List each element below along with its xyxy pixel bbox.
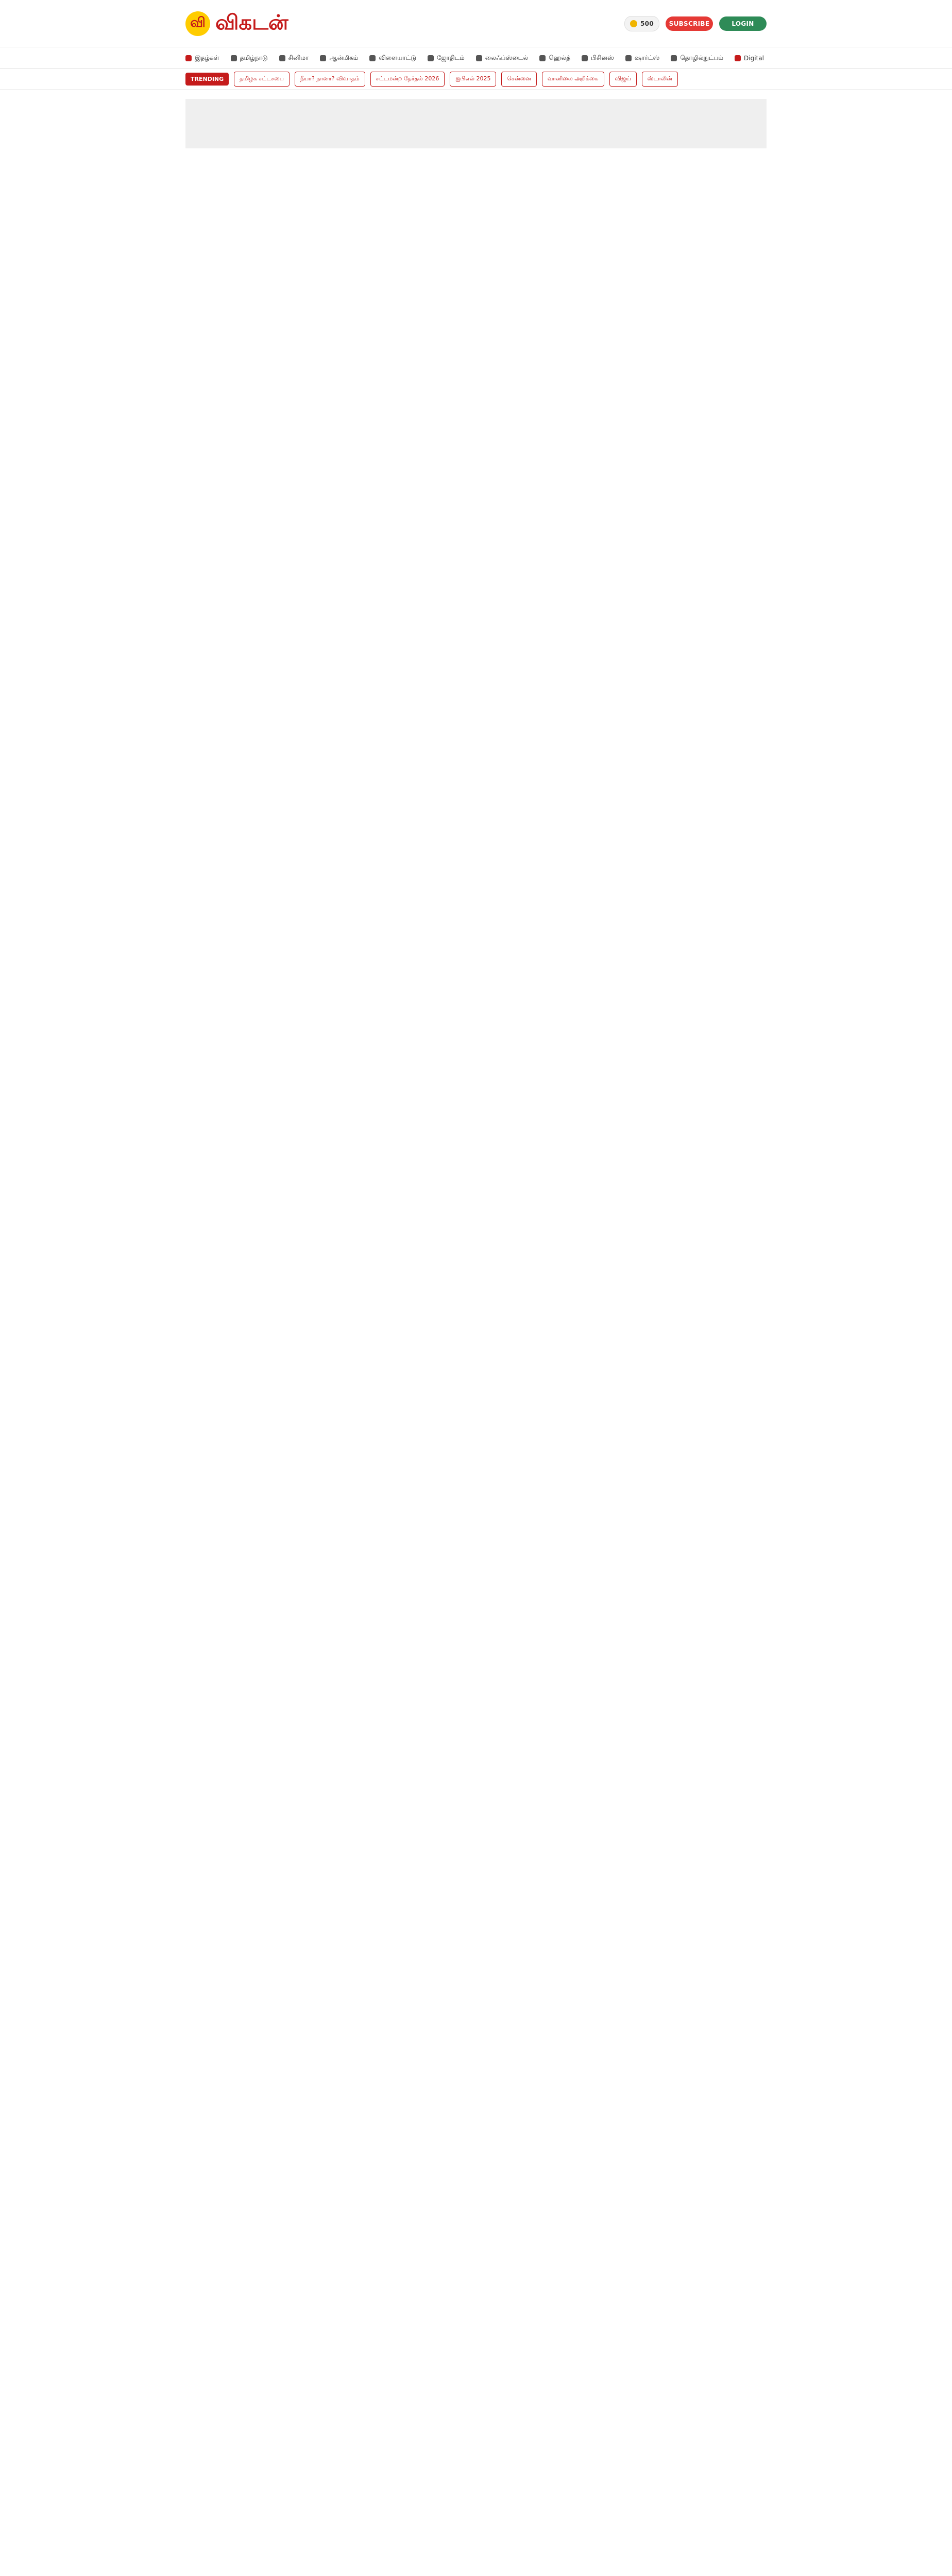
coin-icon [630,20,638,27]
nav-label: Digital [744,54,764,62]
nav-label: ஹெல்த் [549,54,571,61]
top-actions: 500 SUBSCRIBE LOGIN [624,15,767,31]
trending-label: TRENDING [185,73,229,86]
nav-item-digital[interactable]: Digital [735,55,764,62]
trending-chip[interactable]: சட்டமன்ற தேர்தல் 2026 [370,72,445,87]
nav-icon [369,55,376,61]
login-button[interactable]: LOGIN [719,16,767,31]
trending-chip[interactable]: ஐபிஎல் 2025 [450,72,497,87]
nav-item-lifestyle[interactable]: லைஃப்ஸ்டைல் [475,54,529,62]
trending-bar: TRENDING தமிழக சட்டசபை நீயா? நானா? விவாத… [0,69,952,90]
coin-text: 500 [640,20,654,27]
nav-label: இதழ்கள் [195,54,219,61]
top-ad-slot [185,99,767,148]
nav-item-health[interactable]: ஹெல்த் [539,54,570,62]
trending-chip[interactable]: வானிலை அறிக்கை [541,72,604,87]
nav-item-cinema[interactable]: சினிமா [279,54,309,62]
nav-icon [475,55,482,61]
nav-icon [735,55,741,61]
coin-balance[interactable]: 500 [624,15,659,31]
nav-label: ஷார்ட்ஸ் [634,54,660,61]
nav-label: ஆன்மிகம் [329,54,359,61]
logo-text: விகடன் [215,10,288,35]
trending-chip[interactable]: நீயா? நானா? விவாதம் [294,72,365,87]
nav-item-astrology[interactable]: ஜோதிடம் [427,54,465,62]
nav-icon [185,55,192,61]
site-logo[interactable]: வி விகடன் [185,10,288,37]
nav-label: லைஃப்ஸ்டைல் [485,54,529,61]
top-header: வி விகடன் 500 SUBSCRIBE LOGIN [0,0,952,47]
nav-item-magazines[interactable]: இதழ்கள் [185,54,219,62]
nav-item-sports[interactable]: விளையாட்டு [369,54,416,62]
logo-mark-icon: வி [185,11,210,36]
page: வி விகடன் 500 SUBSCRIBE LOGIN இதழ்கள் தம… [0,0,952,148]
nav-item-shorts[interactable]: ஷார்ட்ஸ் [625,54,659,62]
nav-label: தமிழ்நாடு [240,54,268,61]
nav-item-tamilnadu[interactable]: தமிழ்நாடு [230,54,268,62]
nav-icon [539,55,546,61]
nav-icon [625,55,632,61]
nav-item-business[interactable]: பிசினஸ் [582,54,614,62]
trending-chip[interactable]: விஜய் [609,72,637,87]
nav-label: பிசினஸ் [591,54,614,61]
nav-icon [427,55,434,61]
trending-chip[interactable]: சென்னை [501,72,537,87]
nav-label: சினிமா [288,54,309,61]
subscribe-button[interactable]: SUBSCRIBE [666,16,713,31]
nav-icon [320,55,327,61]
nav-label: விளையாட்டு [379,54,416,61]
nav-icon [279,55,285,61]
nav-icon [582,55,588,61]
nav-item-technology[interactable]: தொழில்நுட்பம் [671,54,723,62]
trending-chip[interactable]: ஸ்டாலின் [641,72,678,87]
nav-label: ஜோதிடம் [436,54,465,61]
trending-chip[interactable]: தமிழக சட்டசபை [234,72,290,87]
nav-icon [671,55,677,61]
nav-item-spiritual[interactable]: ஆன்மிகம் [320,54,358,62]
nav-icon [230,55,237,61]
nav-label: தொழில்நுட்பம் [680,54,724,61]
primary-nav: இதழ்கள் தமிழ்நாடு சினிமா ஆன்மிகம் விளையா… [0,47,952,69]
